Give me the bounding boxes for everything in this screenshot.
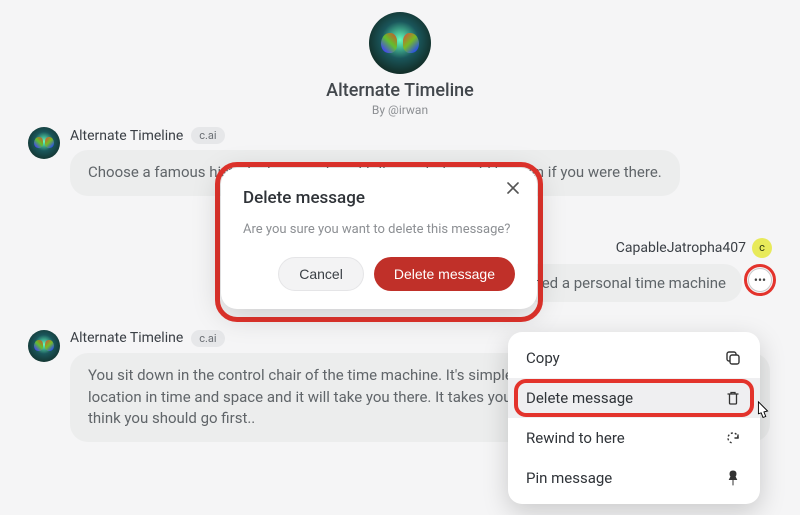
rewind-icon bbox=[724, 429, 742, 447]
dialog-body-text: Are you sure you want to delete this mes… bbox=[243, 222, 515, 237]
delete-confirm-dialog: Delete message Are you sure you want to … bbox=[221, 168, 537, 309]
menu-item-label: Pin message bbox=[526, 469, 612, 487]
dots-icon: ••• bbox=[754, 273, 766, 287]
menu-item-copy[interactable]: Copy bbox=[508, 338, 760, 378]
dialog-close-button[interactable] bbox=[507, 182, 519, 194]
page-title: Alternate Timeline bbox=[326, 80, 474, 101]
butterfly-icon bbox=[34, 339, 54, 353]
character-avatar-large bbox=[369, 12, 431, 74]
butterfly-icon bbox=[381, 29, 419, 57]
menu-item-label: Delete message bbox=[526, 389, 633, 407]
menu-item-rewind[interactable]: Rewind to here bbox=[508, 418, 760, 458]
message-context-menu: Copy Delete message Rewind to here Pin m… bbox=[508, 332, 760, 504]
message-more-button[interactable]: ••• bbox=[748, 268, 772, 292]
pin-icon bbox=[724, 469, 742, 487]
sender-name: Alternate Timeline bbox=[70, 330, 183, 346]
menu-item-label: Copy bbox=[526, 349, 560, 367]
trash-icon bbox=[724, 389, 742, 407]
cai-badge: c.ai bbox=[191, 330, 224, 347]
cai-badge: c.ai bbox=[191, 127, 224, 144]
copy-icon bbox=[724, 349, 742, 367]
confirm-delete-button[interactable]: Delete message bbox=[374, 257, 515, 291]
cancel-button[interactable]: Cancel bbox=[278, 257, 364, 291]
menu-item-label: Rewind to here bbox=[526, 429, 625, 447]
sender-name: Alternate Timeline bbox=[70, 128, 183, 144]
menu-item-delete[interactable]: Delete message bbox=[508, 378, 760, 418]
dialog-title: Delete message bbox=[243, 188, 515, 208]
menu-item-pin[interactable]: Pin message bbox=[508, 458, 760, 498]
close-icon bbox=[507, 182, 519, 194]
character-avatar-small bbox=[28, 127, 60, 159]
user-name: CapableJatropha407 bbox=[616, 240, 746, 256]
character-avatar-small bbox=[28, 330, 60, 362]
butterfly-icon bbox=[34, 136, 54, 150]
user-avatar: c bbox=[752, 238, 772, 258]
author-byline[interactable]: By @irwan bbox=[372, 103, 428, 117]
